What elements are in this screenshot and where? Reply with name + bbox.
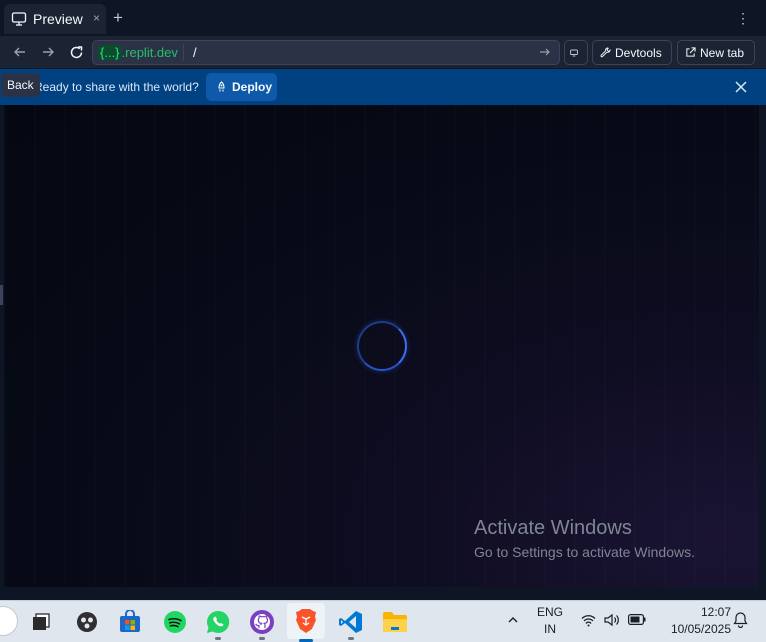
url-host-suffix: .replit.dev xyxy=(121,45,178,60)
reload-icon xyxy=(70,45,82,58)
new-tab-button[interactable]: + xyxy=(113,9,123,27)
toolbar: {...} .replit.dev / Devtools New tab xyxy=(0,36,766,68)
devtools-button[interactable]: Devtools xyxy=(592,40,672,65)
windows-taskbar: ENG IN 12:07 10/05/2025 xyxy=(0,600,766,642)
github-icon xyxy=(250,610,274,634)
monitor-icon xyxy=(570,49,578,56)
activate-windows-watermark: Activate Windows Go to Settings to activ… xyxy=(474,517,695,560)
tab-preview[interactable]: Preview × xyxy=(4,4,106,34)
volume-icon[interactable] xyxy=(604,613,621,627)
clock-time: 12:07 xyxy=(700,605,731,619)
loading-spinner xyxy=(357,321,407,371)
close-tab-icon[interactable]: × xyxy=(93,11,100,25)
new-tab-external-button[interactable]: New tab xyxy=(677,40,755,65)
language-region: IN xyxy=(544,622,556,636)
address-bar[interactable]: {...} .replit.dev / xyxy=(92,40,560,65)
taskbar-obs[interactable] xyxy=(72,607,102,637)
taskbar-whatsapp[interactable] xyxy=(203,607,233,640)
wrench-icon xyxy=(600,47,611,58)
reload-button[interactable] xyxy=(66,42,86,62)
more-options-icon[interactable]: ⋮ xyxy=(736,10,750,26)
running-indicator xyxy=(259,637,265,640)
taskbar-store[interactable] xyxy=(115,607,145,637)
taskbar-spotify[interactable] xyxy=(160,607,190,637)
start-button[interactable] xyxy=(0,606,18,636)
notification-bell-icon[interactable] xyxy=(733,612,748,628)
taskbar-vscode[interactable] xyxy=(336,607,366,640)
banner-message: Ready to share with the world? xyxy=(34,80,199,94)
taskbar-github[interactable] xyxy=(247,607,277,640)
go-arrow-icon[interactable] xyxy=(539,46,551,58)
wifi-icon[interactable] xyxy=(581,614,596,627)
deploy-button[interactable]: Deploy xyxy=(206,73,277,101)
running-indicator xyxy=(348,637,354,640)
vscode-icon xyxy=(339,611,362,633)
watermark-subtitle: Go to Settings to activate Windows. xyxy=(474,544,695,560)
tab-bar: Preview × + ⋮ xyxy=(0,0,766,36)
taskbar-file-explorer[interactable] xyxy=(26,607,56,637)
url-path-input[interactable]: / xyxy=(193,44,197,61)
clock[interactable]: 12:07 10/05/2025 xyxy=(655,604,731,638)
deploy-label: Deploy xyxy=(232,80,273,94)
forward-button[interactable] xyxy=(38,42,58,62)
url-host: {...} .replit.dev xyxy=(98,44,178,61)
store-bag-icon xyxy=(120,610,140,632)
spotify-icon xyxy=(164,611,186,633)
arrow-right-icon xyxy=(43,47,54,57)
panel-resize-handle[interactable] xyxy=(0,285,3,305)
new-tab-label: New tab xyxy=(700,45,745,60)
back-tooltip: Back xyxy=(1,73,40,97)
obs-icon xyxy=(77,612,97,632)
url-divider xyxy=(183,44,184,61)
replit-preview-window: Preview × + ⋮ {...} .replit.dev / Devtoo… xyxy=(0,0,766,600)
rocket-icon xyxy=(218,81,225,92)
folder-icon xyxy=(383,612,407,632)
language-indicator[interactable]: ENG IN xyxy=(534,604,566,638)
external-link-icon xyxy=(686,47,696,57)
devtools-label: Devtools xyxy=(615,45,662,60)
screen-size-button[interactable] xyxy=(564,40,588,65)
monitor-icon xyxy=(11,12,27,26)
running-indicator xyxy=(215,637,221,640)
clock-date: 10/05/2025 xyxy=(670,622,731,636)
arrow-left-icon xyxy=(14,47,25,57)
taskbar-folder[interactable] xyxy=(380,607,410,637)
close-banner-icon[interactable] xyxy=(734,80,748,94)
window-stack-icon xyxy=(33,613,50,630)
preview-viewport[interactable]: Activate Windows Go to Settings to activ… xyxy=(4,105,759,587)
battery-icon[interactable] xyxy=(628,614,646,625)
whatsapp-icon xyxy=(207,610,230,633)
watermark-title: Activate Windows xyxy=(474,517,632,539)
deploy-banner: Ready to share with the world? Deploy xyxy=(0,69,766,105)
back-button[interactable] xyxy=(10,42,30,62)
taskbar-brave[interactable] xyxy=(287,603,325,642)
chevron-up-icon[interactable] xyxy=(507,614,519,626)
language-code: ENG xyxy=(536,605,563,619)
tab-title: Preview xyxy=(33,11,83,27)
brave-lion-icon xyxy=(296,609,316,633)
url-host-prefix: {...} xyxy=(98,45,122,60)
